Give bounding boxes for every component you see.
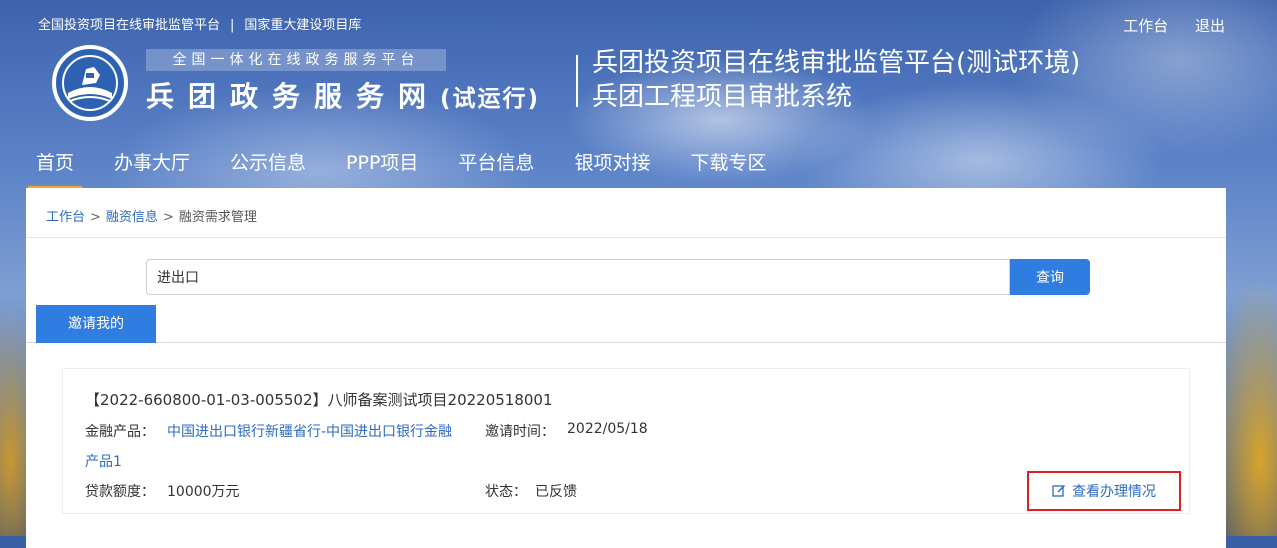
workbench-link[interactable]: 工作台 (1123, 17, 1168, 35)
tab-bar: 邀请我的 (26, 305, 1226, 343)
breadcrumb-arrow: > (90, 210, 101, 225)
nav-platform-info[interactable]: 平台信息 (450, 148, 542, 186)
top-links-separator: | (230, 18, 235, 33)
product-link[interactable]: 中国进出口银行新疆省行-中国进出口银行金融 (167, 421, 452, 441)
link-national-project-library[interactable]: 国家重大建设项目库 (244, 18, 361, 33)
link-national-platform[interactable]: 全国投资项目在线审批监管平台 (38, 18, 220, 33)
breadcrumb-financing-info[interactable]: 融资信息 (106, 210, 158, 225)
content-panel: 工作台 > 融资信息 > 融资需求管理 查询 邀请我的 【2022-660800-01-… (26, 188, 1226, 548)
platform-title: 兵团投资项目在线审批监管平台(测试环境) 兵团工程项目审批系统 (592, 46, 1080, 114)
status-value: 已反馈 (535, 484, 577, 500)
invite-time-value: 2022/05/18 (567, 421, 648, 437)
view-progress-button[interactable]: 查看办理情况 (1027, 471, 1181, 511)
loan-amount-label: 贷款额度： (85, 484, 155, 500)
breadcrumb-workbench[interactable]: 工作台 (46, 210, 85, 225)
logout-link[interactable]: 退出 (1195, 17, 1225, 35)
tab-invited-me[interactable]: 邀请我的 (36, 305, 156, 343)
nav-bank-project-matching[interactable]: 银项对接 (566, 148, 658, 186)
product-label: 金融产品： (85, 424, 155, 440)
brand-name: 兵团政务服务网(试运行) (146, 75, 540, 115)
view-progress-label: 查看办理情况 (1072, 484, 1156, 500)
corps-emblem-icon (52, 45, 128, 121)
user-actions: 工作台 退出 (1101, 15, 1225, 36)
project-title: 【2022-660800-01-03-005502】八师备案测试项目202205… (85, 391, 553, 409)
loan-amount-value: 10000万元 (167, 484, 240, 500)
platform-title-line2: 兵团工程项目审批系统 (592, 82, 853, 112)
site-logo[interactable]: 全国一体化在线政务服务平台 兵团政务服务网(试运行) (52, 45, 592, 125)
nav-public-info[interactable]: 公示信息 (222, 148, 314, 186)
status-label: 状态： (485, 484, 527, 500)
brand-trial-tag: (试运行) (440, 86, 541, 112)
top-links: 全国投资项目在线审批监管平台 | 国家重大建设项目库 (38, 14, 361, 33)
search-button[interactable]: 查询 (1010, 259, 1090, 295)
nav-home[interactable]: 首页 (28, 148, 83, 189)
main-nav: 首页 办事大厅 公示信息 PPP项目 平台信息 银项对接 下载专区 (28, 148, 798, 189)
brand-name-text: 兵团政务服务网 (146, 80, 441, 113)
invite-time-label: 邀请时间： (485, 424, 555, 440)
nav-ppp-projects[interactable]: PPP项目 (338, 148, 426, 186)
search-bar: 查询 (146, 259, 1090, 295)
nav-service-hall[interactable]: 办事大厅 (106, 148, 198, 186)
nav-downloads[interactable]: 下载专区 (682, 148, 774, 186)
edit-icon (1052, 484, 1066, 497)
platform-title-line1: 兵团投资项目在线审批监管平台(测试环境) (592, 48, 1081, 78)
product-link-continued[interactable]: 产品1 (85, 451, 122, 471)
search-input[interactable] (146, 259, 1010, 295)
breadcrumb: 工作台 > 融资信息 > 融资需求管理 (26, 188, 1226, 238)
header-divider (576, 55, 578, 107)
financing-request-card: 【2022-660800-01-03-005502】八师备案测试项目202205… (62, 368, 1190, 514)
breadcrumb-arrow: > (162, 210, 174, 225)
brand-subtitle: 全国一体化在线政务服务平台 (146, 49, 446, 71)
breadcrumb-current: 融资需求管理 (178, 210, 257, 225)
